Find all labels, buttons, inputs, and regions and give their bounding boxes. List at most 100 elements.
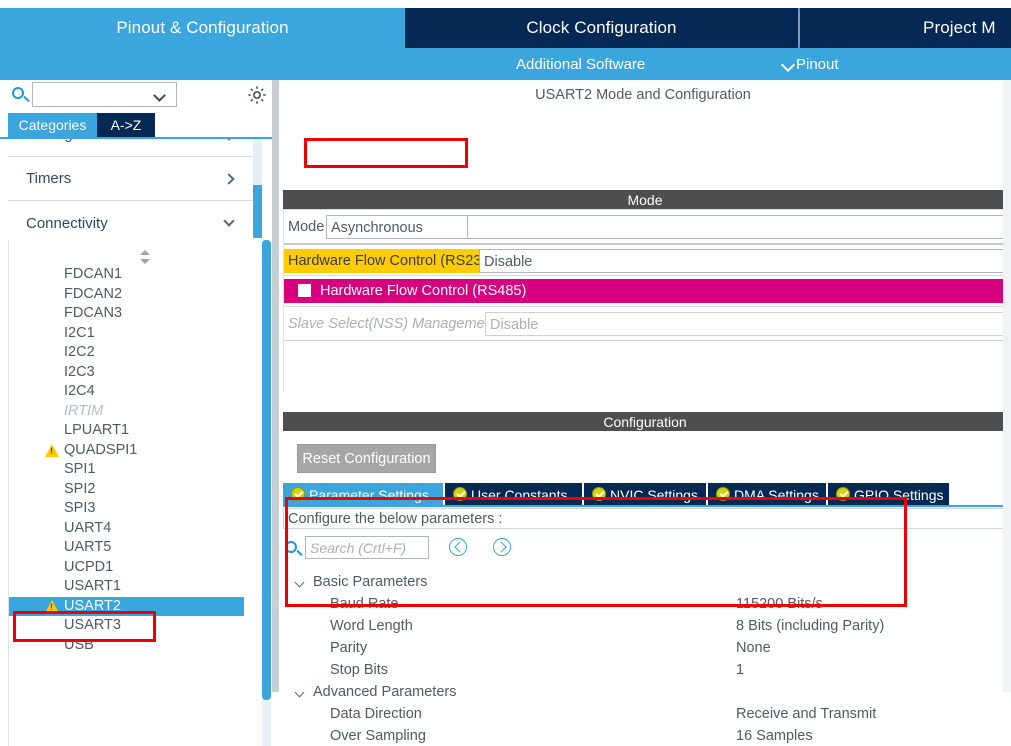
- peripheral-item-uart4[interactable]: UART4: [9, 519, 262, 539]
- peripheral-item-spi2[interactable]: SPI2: [9, 480, 262, 500]
- mode-row-mode: Mode Asynchronous: [284, 215, 1008, 239]
- config-tab-label: GPIO Settings: [854, 486, 944, 503]
- peripheral-item-i2c1[interactable]: I2C1: [9, 324, 262, 344]
- sub-item-pinout-label: Pinout: [796, 55, 839, 73]
- parameter-group-basic-parameters[interactable]: Basic Parameters: [283, 571, 1007, 593]
- peripheral-item-label: I2C4: [64, 383, 95, 399]
- configuration-section-header-label: Configuration: [603, 413, 687, 430]
- parameter-value[interactable]: 16 Samples: [736, 725, 813, 746]
- peripheral-item-ucpd1[interactable]: UCPD1: [9, 558, 262, 578]
- config-tab-nvic-settings[interactable]: NVIC Settings: [584, 483, 706, 506]
- peripheral-item-irtim[interactable]: IRTIM: [9, 402, 262, 422]
- sub-item-pinout[interactable]: Pinout: [789, 48, 839, 80]
- category-item-connectivity[interactable]: Connectivity: [8, 201, 261, 239]
- category-item-timers[interactable]: Timers: [8, 157, 261, 201]
- hw-flow-rs485-checkbox[interactable]: [298, 284, 311, 297]
- config-tab-label: DMA Settings: [734, 486, 819, 503]
- parameter-group-label: Basic Parameters: [313, 574, 428, 590]
- peripheral-scrollbar-thumb[interactable]: [262, 240, 271, 700]
- config-tab-dma-settings[interactable]: DMA Settings: [708, 483, 826, 506]
- peripheral-item-usart3[interactable]: USART3: [9, 616, 262, 636]
- parameter-row[interactable]: Stop Bits 1: [283, 659, 1007, 681]
- config-tab-gpio-settings[interactable]: GPIO Settings: [828, 483, 949, 506]
- peripheral-item-label: QUADSPI1: [64, 441, 138, 458]
- chevron-right-icon: [223, 139, 235, 141]
- sidebar-search-row: [0, 80, 281, 112]
- search-previous-icon[interactable]: [449, 538, 467, 556]
- search-next-icon[interactable]: [493, 538, 511, 556]
- peripheral-item-label: I2C2: [64, 344, 95, 360]
- parameter-row[interactable]: Baud Rate 115200 Bits/s: [283, 593, 1007, 615]
- configuration-tab-strip: Parameter Settings User Constants NVIC Set…: [283, 483, 1007, 506]
- peripheral-item-usart1[interactable]: USART1: [9, 577, 262, 597]
- parameter-value[interactable]: Receive and Transmit: [736, 703, 876, 725]
- check-circle-icon: [836, 487, 850, 501]
- tab-a-to-z[interactable]: A->Z: [97, 113, 155, 137]
- warning-icon: [45, 443, 59, 457]
- parameter-row[interactable]: Word Length 8 Bits (including Parity): [283, 615, 1007, 637]
- peripheral-item-spi3[interactable]: SPI3: [9, 499, 262, 519]
- category-item-analog[interactable]: Analog: [8, 139, 261, 157]
- parameter-group-label: Advanced Parameters: [313, 684, 457, 700]
- chevron-down-icon[interactable]: [153, 89, 166, 102]
- peripheral-item-i2c3[interactable]: I2C3: [9, 363, 262, 383]
- main-tab-strip: Pinout & Configuration Clock Configurati…: [0, 8, 1011, 48]
- peripheral-item-usb[interactable]: USB: [9, 636, 262, 656]
- peripheral-item-quadspi1[interactable]: QUADSPI1: [9, 441, 262, 461]
- peripheral-item-i2c2[interactable]: I2C2: [9, 343, 262, 363]
- parameter-value[interactable]: None: [736, 637, 771, 659]
- sub-item-additional-software[interactable]: Additional Software: [516, 48, 645, 80]
- check-circle-icon: [592, 487, 606, 501]
- mode-row-mode-value[interactable]: Asynchronous: [326, 215, 468, 239]
- parameter-group-advanced-parameters[interactable]: Advanced Parameters: [283, 681, 1007, 703]
- parameter-search-row: Search (Crtl+F): [283, 536, 1007, 562]
- peripheral-item-fdcan2[interactable]: FDCAN2: [9, 285, 262, 305]
- parameter-value[interactable]: 8 Bits (including Parity): [736, 615, 884, 637]
- panel-scrollbar-track[interactable]: [1003, 80, 1011, 692]
- reset-configuration-button[interactable]: Reset Configuration: [297, 444, 436, 473]
- tab-pinout-and-configuration[interactable]: Pinout & Configuration: [0, 8, 405, 48]
- parameter-name: Baud Rate: [330, 596, 399, 612]
- parameter-list: Basic Parameters Baud Rate 115200 Bits/s Wo…: [283, 571, 1007, 746]
- mode-row-hw-flow-rs485[interactable]: Hardware Flow Control (RS485): [284, 279, 1008, 303]
- mode-settings-body: Mode Asynchronous Hardware Flow Control …: [283, 209, 1008, 392]
- search-icon: [12, 87, 24, 99]
- category-scrollbar-thumb[interactable]: [253, 185, 262, 238]
- mode-row-mode-value-extension: [468, 215, 1008, 239]
- search-input[interactable]: [32, 82, 177, 107]
- config-tab-parameter-settings[interactable]: Parameter Settings: [283, 483, 443, 506]
- parameter-value[interactable]: 115200 Bits/s: [736, 593, 823, 615]
- peripheral-item-fdcan3[interactable]: FDCAN3: [9, 304, 262, 324]
- sort-handle-icon[interactable]: [139, 250, 151, 264]
- config-tab-user-constants[interactable]: User Constants: [445, 483, 582, 506]
- category-list: Analog Timers Connectivity: [8, 139, 261, 239]
- configuration-hint: Configure the below parameters :: [283, 508, 1007, 529]
- peripheral-item-lpuart1[interactable]: LPUART1: [9, 421, 262, 441]
- parameter-row[interactable]: Data Direction Receive and Transmit: [283, 703, 1007, 725]
- tab-project-manager-label: Project M: [923, 18, 996, 37]
- peripheral-item-fdcan1[interactable]: FDCAN1: [9, 265, 262, 285]
- configuration-body: Reset Configuration Parameter Settings Us…: [283, 431, 1007, 746]
- peripheral-item-i2c4[interactable]: I2C4: [9, 382, 262, 402]
- search-icon: [285, 541, 297, 553]
- config-tab-label: User Constants: [471, 486, 568, 503]
- gear-icon[interactable]: [246, 84, 268, 106]
- parameter-value[interactable]: 1: [736, 659, 744, 681]
- peripheral-item-usart2[interactable]: USART2: [9, 596, 244, 616]
- parameter-row[interactable]: Parity None: [283, 637, 1007, 659]
- category-item-analog-label: Analog: [26, 139, 73, 143]
- parameter-name: Stop Bits: [330, 662, 389, 678]
- parameter-row[interactable]: Over Sampling 16 Samples: [283, 725, 1007, 746]
- mode-row-slave-select-nss-label: Slave Select(NSS) Management: [288, 316, 497, 332]
- peripheral-item-label: USART1: [64, 578, 121, 594]
- peripheral-list: FDCAN1 FDCAN2 FDCAN3 I2C1 I2C2 I2C3 I2C4 IRTIM L…: [9, 265, 262, 655]
- tab-clock-configuration[interactable]: Clock Configuration: [405, 8, 798, 48]
- chevron-down-icon: [294, 687, 305, 698]
- tab-project-manager[interactable]: Project M: [800, 8, 1011, 48]
- peripheral-item-label: FDCAN1: [64, 266, 123, 282]
- tab-categories[interactable]: Categories: [8, 113, 97, 137]
- peripheral-item-uart5[interactable]: UART5: [9, 538, 262, 558]
- peripheral-item-spi1[interactable]: SPI1: [9, 460, 262, 480]
- parameter-search-input[interactable]: Search (Crtl+F): [305, 536, 429, 559]
- mode-row-hw-flow-rs232-value[interactable]: Disable: [479, 249, 1008, 273]
